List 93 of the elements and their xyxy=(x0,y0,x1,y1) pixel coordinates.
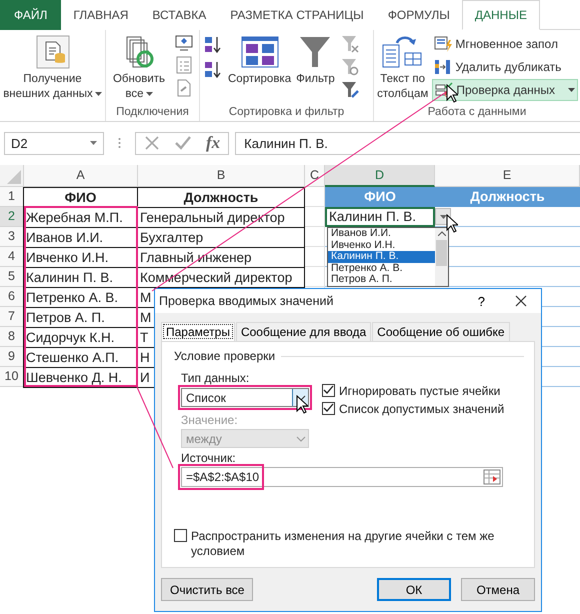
group-label: Работа с данными xyxy=(426,106,528,120)
column-header[interactable]: E xyxy=(435,165,580,187)
column-header[interactable]: A xyxy=(24,165,138,187)
name-box[interactable]: D2 xyxy=(4,132,104,154)
checkbox-label: Распространить изменения на другие ячейки с тем же условием xyxy=(191,529,496,559)
dialog-button[interactable]: Отмена xyxy=(461,578,535,601)
data-type-dropdown[interactable]: Список xyxy=(181,388,309,407)
row-header[interactable]: 4 xyxy=(0,247,24,267)
row-header[interactable]: 9 xyxy=(0,347,24,367)
ribbon-button[interactable]: Проверка данных xyxy=(432,79,578,101)
list-item[interactable]: Петренко А. В. xyxy=(328,262,435,274)
reapply-filter-icon[interactable] xyxy=(340,58,359,76)
sort-ascending-icon[interactable] xyxy=(203,35,223,55)
checkbox[interactable] xyxy=(322,402,335,415)
row-header[interactable]: 5 xyxy=(0,267,24,287)
checkbox[interactable] xyxy=(322,384,335,397)
dialog-button[interactable]: ОК xyxy=(377,578,451,601)
properties-icon[interactable] xyxy=(176,56,192,74)
row-header[interactable]: 2 xyxy=(0,207,24,227)
ribbon-button[interactable]: Мгновенное запол xyxy=(432,33,578,55)
sort-grid-icon xyxy=(240,35,280,69)
row-header[interactable]: 7 xyxy=(0,307,24,327)
database-icon xyxy=(36,35,70,69)
close-icon[interactable] xyxy=(515,295,527,307)
connections-icon[interactable] xyxy=(175,35,193,51)
caret-icon xyxy=(296,436,306,442)
list-item[interactable]: Калинин П. В. xyxy=(328,251,435,263)
advanced-filter-icon[interactable] xyxy=(340,81,359,99)
ribbon-button[interactable]: Фильтр xyxy=(295,33,336,89)
list-item[interactable]: Иванов И.И. xyxy=(328,228,435,240)
column-header[interactable]: B xyxy=(138,165,305,187)
help-button[interactable]: ? xyxy=(478,294,485,308)
ribbon-tab[interactable]: ДАННЫЕ xyxy=(462,0,540,30)
checkbox[interactable] xyxy=(174,529,187,542)
caret-icon xyxy=(90,141,97,145)
table-cell: ФИО xyxy=(23,187,138,208)
source-field[interactable]: =$A$2:$A$10 xyxy=(181,467,503,487)
insert-function-button[interactable]: fx xyxy=(206,133,220,153)
caret-icon xyxy=(568,88,575,92)
table-cell: Должность xyxy=(435,187,580,207)
checkbox-label: Список допустимых значений xyxy=(339,402,504,416)
dialog-button[interactable]: Очистить все xyxy=(161,578,254,601)
clear-filter-icon[interactable] xyxy=(340,35,359,53)
select-all-icon xyxy=(7,170,21,184)
dialog-tab[interactable]: Параметры xyxy=(161,322,235,341)
empty-cell xyxy=(305,227,325,247)
ribbon-button[interactable]: Обновить все xyxy=(108,33,170,104)
column-header[interactable]: C xyxy=(305,165,325,187)
remove-duplicates-icon xyxy=(434,59,452,75)
column-header[interactable]: D xyxy=(325,165,435,187)
scroll-up-icon xyxy=(438,231,446,236)
row-header[interactable]: 3 xyxy=(0,227,24,247)
field-label: Источник: xyxy=(180,451,237,465)
formula-input[interactable]: Калинин П. В. xyxy=(235,132,580,154)
row-header[interactable]: 1 xyxy=(0,187,24,207)
list-item[interactable]: Ивченко И.Н. xyxy=(328,240,435,252)
empty-cell xyxy=(305,207,325,227)
check-icon[interactable] xyxy=(174,135,192,151)
field-label: Значение: xyxy=(181,413,239,427)
dialog-tab[interactable]: Сообщение для ввода xyxy=(236,322,372,341)
list-item[interactable]: Петров А. П. xyxy=(328,274,435,286)
row-header[interactable]: 6 xyxy=(0,287,24,307)
ribbon-button[interactable]: Получение внешних данных xyxy=(2,33,103,104)
caret-icon xyxy=(146,92,153,96)
grip-icon xyxy=(118,137,121,149)
link-icon[interactable] xyxy=(176,79,192,97)
caret-icon xyxy=(94,92,102,96)
group-title: Условие проверки xyxy=(174,349,276,363)
dialog-tab[interactable]: Сообщение об ошибке xyxy=(372,322,510,341)
row-header[interactable]: 10 xyxy=(0,367,24,387)
table-cell: Шевченко Д. Н. xyxy=(23,367,138,388)
sort-descending-icon[interactable] xyxy=(203,60,223,80)
empty-cell xyxy=(305,267,325,287)
ribbon-tab[interactable]: ФАЙЛ xyxy=(0,0,62,30)
field-label: Тип данных: xyxy=(181,371,250,385)
table-cell: ФИО xyxy=(325,187,435,207)
ribbon-button[interactable]: Текст по столбцам xyxy=(376,33,430,104)
caret-icon xyxy=(440,214,446,218)
row-header[interactable]: 8 xyxy=(0,327,24,347)
checkbox-label: Игнорировать пустые ячейки xyxy=(339,384,500,398)
table-cell: Должность xyxy=(137,187,305,208)
cursor-icon xyxy=(446,84,458,103)
flash-fill-icon xyxy=(434,36,452,52)
ribbon-button[interactable]: Сортировка xyxy=(227,33,292,89)
empty-cell xyxy=(305,247,325,267)
group-label: Подключения xyxy=(115,106,190,120)
ribbon-button[interactable]: Удалить дубликать xyxy=(432,56,578,78)
funnel-icon xyxy=(299,35,332,69)
cursor-icon xyxy=(296,395,308,414)
scrollbar[interactable] xyxy=(435,228,448,286)
table-cell: Калинин П. В. xyxy=(325,207,435,227)
range-picker-icon xyxy=(483,469,501,485)
group-label: Сортировка и фильтр xyxy=(228,106,346,120)
